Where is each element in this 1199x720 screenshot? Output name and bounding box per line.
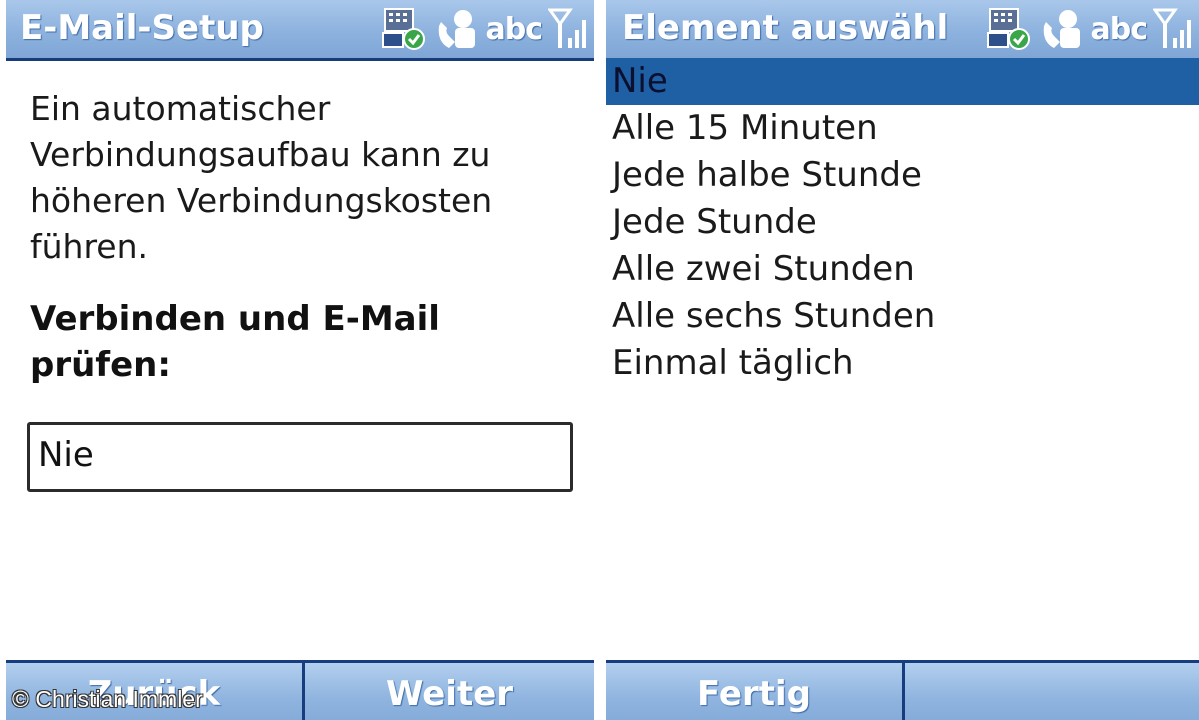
cost-warning-text: Ein automatischer Verbindungsaufbau kann… [30, 89, 493, 266]
sync-status-icon [382, 8, 426, 50]
right-softkey[interactable] [905, 663, 1199, 720]
input-mode-indicator: abc [485, 11, 543, 47]
signal-strength-icon [1153, 8, 1191, 48]
title-bar: Element auswähl abc [606, 0, 1199, 61]
list-item[interactable]: Nie [606, 58, 1199, 105]
softkey-bar: Fertig [606, 660, 1199, 720]
done-button[interactable]: Fertig [606, 663, 902, 720]
email-setup-screen: E-Mail-Setup abc Ein automatischer Verbi… [0, 0, 598, 720]
next-button[interactable]: Weiter [305, 663, 594, 720]
list-item[interactable]: Alle sechs Stunden [606, 293, 1199, 340]
status-icons: abc [381, 5, 588, 53]
window-title: E-Mail-Setup [20, 8, 264, 48]
input-mode-indicator: abc [1090, 11, 1148, 47]
list-item[interactable]: Jede Stunde [606, 199, 1199, 246]
check-interval-dropdown[interactable]: Nie [27, 422, 573, 492]
window-title: Element auswähl [622, 8, 949, 48]
phone-call-icon [1044, 10, 1081, 48]
copyright-watermark: © Christian Immler [12, 686, 203, 712]
signal-strength-icon [548, 8, 586, 48]
sync-status-icon [987, 8, 1031, 50]
phone-call-icon [439, 10, 476, 48]
select-item-screen: Element auswähl abc Nie Alle 15 Minuten … [604, 0, 1199, 720]
check-email-label: Verbinden und E-Mail prüfen: [30, 299, 440, 385]
title-bar: E-Mail-Setup abc [6, 0, 594, 61]
dropdown-selected-value: Nie [38, 435, 94, 475]
status-icons: abc [986, 5, 1193, 53]
setup-content: Ein automatischer Verbindungsaufbau kann… [30, 86, 570, 388]
list-item[interactable]: Alle 15 Minuten [606, 105, 1199, 152]
interval-option-list: Nie Alle 15 Minuten Jede halbe Stunde Je… [606, 58, 1199, 387]
list-item[interactable]: Jede halbe Stunde [606, 152, 1199, 199]
list-item[interactable]: Einmal täglich [606, 340, 1199, 387]
list-item[interactable]: Alle zwei Stunden [606, 246, 1199, 293]
